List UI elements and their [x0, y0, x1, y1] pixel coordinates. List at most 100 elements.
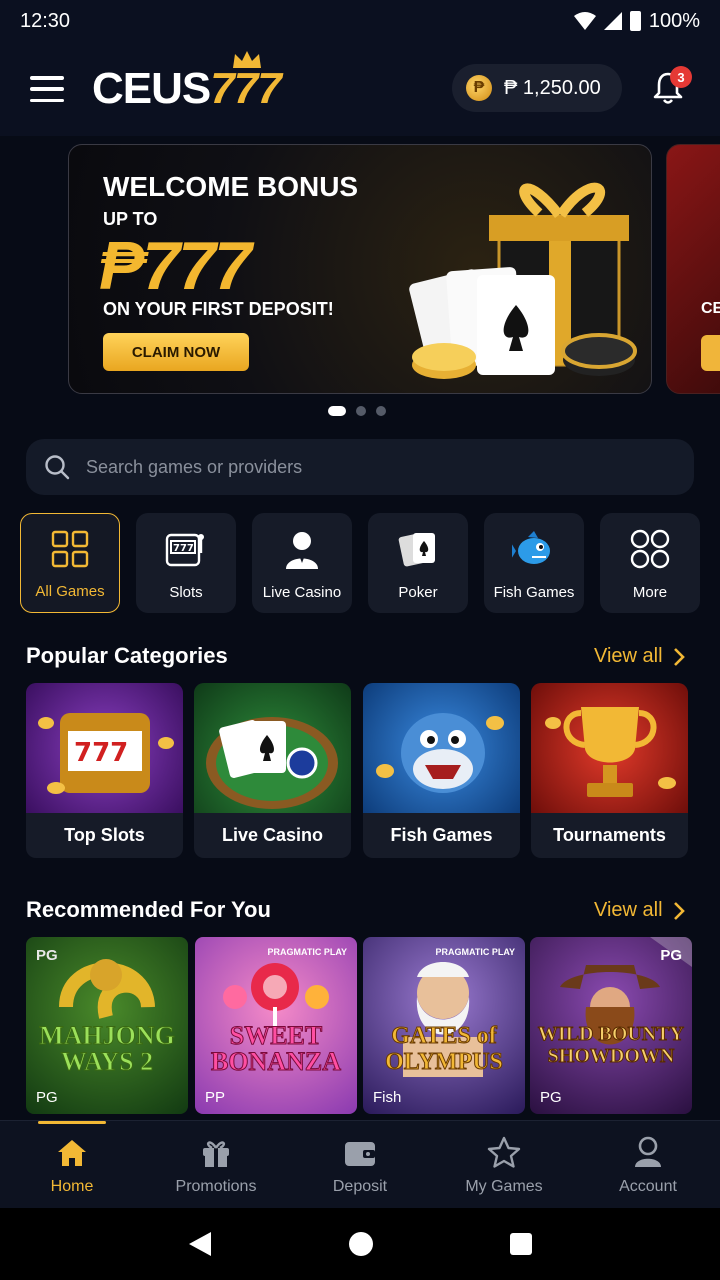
grid-icon	[51, 530, 89, 568]
recommended-title: Recommended For You	[26, 897, 271, 922]
game-provider: PG	[36, 1089, 58, 1106]
view-all-label: View all	[594, 899, 663, 921]
game-title: SWEET BONANZA	[210, 1021, 341, 1076]
game-tag: PG	[36, 947, 58, 964]
tile-label: Top Slots	[64, 825, 145, 845]
circles-icon	[630, 529, 670, 569]
chevron-right-icon	[673, 647, 685, 666]
gift-cards-illustration	[409, 182, 637, 379]
tile-label: Fish Games	[390, 825, 493, 845]
category-label: Fish Games	[493, 584, 575, 601]
game-card-wild-bounty-showdown[interactable]: PG WILD BOUNTY SHOWDOWN PG	[530, 937, 692, 1114]
category-live-casino[interactable]: Live Casino	[252, 513, 352, 613]
carousel-dots	[328, 406, 386, 416]
game-title: MAHJONG WAYS 2	[39, 1021, 176, 1076]
game-provider: Fish	[373, 1089, 402, 1106]
home-icon	[58, 1140, 86, 1166]
popular-fish-games[interactable]: Fish Games	[363, 683, 520, 858]
battery-icon	[629, 11, 641, 31]
nav-deposit[interactable]: Deposit	[288, 1121, 432, 1208]
category-all-games[interactable]: All Games	[20, 513, 120, 613]
active-indicator	[38, 1121, 106, 1124]
logo-text: CEUS	[92, 64, 211, 113]
banner-next-button[interactable]	[701, 335, 720, 371]
crown-icon	[232, 51, 261, 68]
game-card-sweet-bonanza[interactable]: PRAGMATIC PLAY SWEET BONANZA PP	[195, 937, 357, 1114]
recommended-view-all-link[interactable]: View all	[594, 899, 685, 922]
promo-banner[interactable]: WELCOME BONUS UP TO ₱777 ON YOUR FIRST D…	[68, 144, 652, 394]
status-bar: 12:30 100%	[0, 0, 720, 42]
notification-badge: 3	[670, 66, 692, 88]
chevron-right-icon	[673, 901, 685, 920]
carousel-dot[interactable]	[376, 406, 386, 416]
fish-games-art	[363, 683, 520, 813]
promo-banner-next[interactable]: CE	[666, 144, 720, 394]
game-tag: PG	[660, 947, 682, 964]
game-tag: PRAGMATIC PLAY	[435, 947, 515, 957]
game-tag: PRAGMATIC PLAY	[267, 947, 347, 957]
user-icon	[635, 1136, 661, 1167]
popular-view-all-link[interactable]: View all	[594, 645, 685, 668]
view-all-label: View all	[594, 645, 663, 667]
category-row: All Games 777 Slots Live Casino Poker Fi…	[20, 513, 700, 613]
tournaments-art	[531, 683, 688, 813]
search-icon	[45, 455, 70, 480]
top-slots-art: 777	[26, 683, 183, 813]
search-input[interactable]	[86, 456, 646, 478]
category-poker[interactable]: Poker	[368, 513, 468, 613]
banner-title: WELCOME BONUS	[103, 171, 359, 202]
menu-icon[interactable]	[30, 76, 64, 102]
claim-now-button[interactable]: CLAIM NOW	[103, 333, 249, 371]
carousel-dot[interactable]	[328, 406, 346, 416]
banner-next-text: CE	[701, 300, 720, 317]
live-casino-art	[194, 683, 351, 813]
nav-home[interactable]: Home	[0, 1121, 144, 1208]
logo[interactable]: CEUS 777	[92, 51, 282, 114]
game-provider: PP	[205, 1089, 226, 1106]
game-title: GATES of OLYMPUS	[385, 1023, 504, 1076]
app-header: CEUS 777 ₱ ₱ 1,250.00 3	[0, 42, 720, 136]
category-label: All Games	[35, 583, 105, 600]
game-title: WILD BOUNTY SHOWDOWN	[537, 1023, 685, 1068]
category-more[interactable]: More	[600, 513, 700, 613]
nav-promotions[interactable]: Promotions	[144, 1121, 288, 1208]
nav-label: Account	[619, 1178, 677, 1195]
game-card-mahjong-ways-2[interactable]: PG MAHJONG WAYS 2 PG	[26, 937, 188, 1114]
category-label: Slots	[169, 584, 203, 601]
status-icons: 100%	[573, 9, 700, 33]
wifi-icon	[573, 12, 596, 30]
recents-icon[interactable]	[509, 1232, 533, 1256]
category-label: Live Casino	[262, 584, 342, 601]
game-provider: PG	[540, 1089, 562, 1106]
popular-tournaments[interactable]: Tournaments	[531, 683, 688, 858]
balance-pill[interactable]: ₱ ₱ 1,250.00	[452, 64, 622, 112]
home-circle-icon[interactable]	[348, 1231, 374, 1257]
back-icon[interactable]	[187, 1230, 213, 1258]
status-time: 12:30	[20, 9, 71, 32]
tile-label: Tournaments	[553, 825, 666, 845]
search-bar[interactable]	[26, 439, 694, 495]
carousel-dot[interactable]	[356, 406, 366, 416]
dealer-icon	[286, 532, 318, 569]
nav-account[interactable]: Account	[576, 1121, 720, 1208]
tile-label: Live Casino	[221, 825, 324, 845]
popular-live-casino[interactable]: Live Casino	[194, 683, 351, 858]
popular-categories-title: Popular Categories	[26, 643, 228, 668]
category-slots[interactable]: 777 Slots	[136, 513, 236, 613]
fish-icon	[512, 531, 550, 564]
svg-text:777: 777	[173, 543, 194, 554]
battery-level: 100%	[648, 9, 700, 32]
svg-text:777: 777	[74, 738, 128, 768]
game-card-gates-of-olympus[interactable]: PRAGMATIC PLAY GATES of OLYMPUS Fish	[363, 937, 525, 1114]
system-nav-bar	[0, 1208, 720, 1280]
banner-amount: ₱777	[99, 228, 252, 304]
category-label: Poker	[398, 584, 438, 601]
category-fish-games[interactable]: Fish Games	[484, 513, 584, 613]
nav-my-games[interactable]: My Games	[432, 1121, 576, 1208]
popular-top-slots[interactable]: 777 Top Slots	[26, 683, 183, 858]
balance-amount: ₱ 1,250.00	[504, 76, 601, 99]
gift-icon	[203, 1141, 229, 1167]
logo-number: 777	[210, 64, 281, 113]
coin-icon: ₱	[466, 75, 492, 101]
category-label: More	[632, 584, 668, 601]
